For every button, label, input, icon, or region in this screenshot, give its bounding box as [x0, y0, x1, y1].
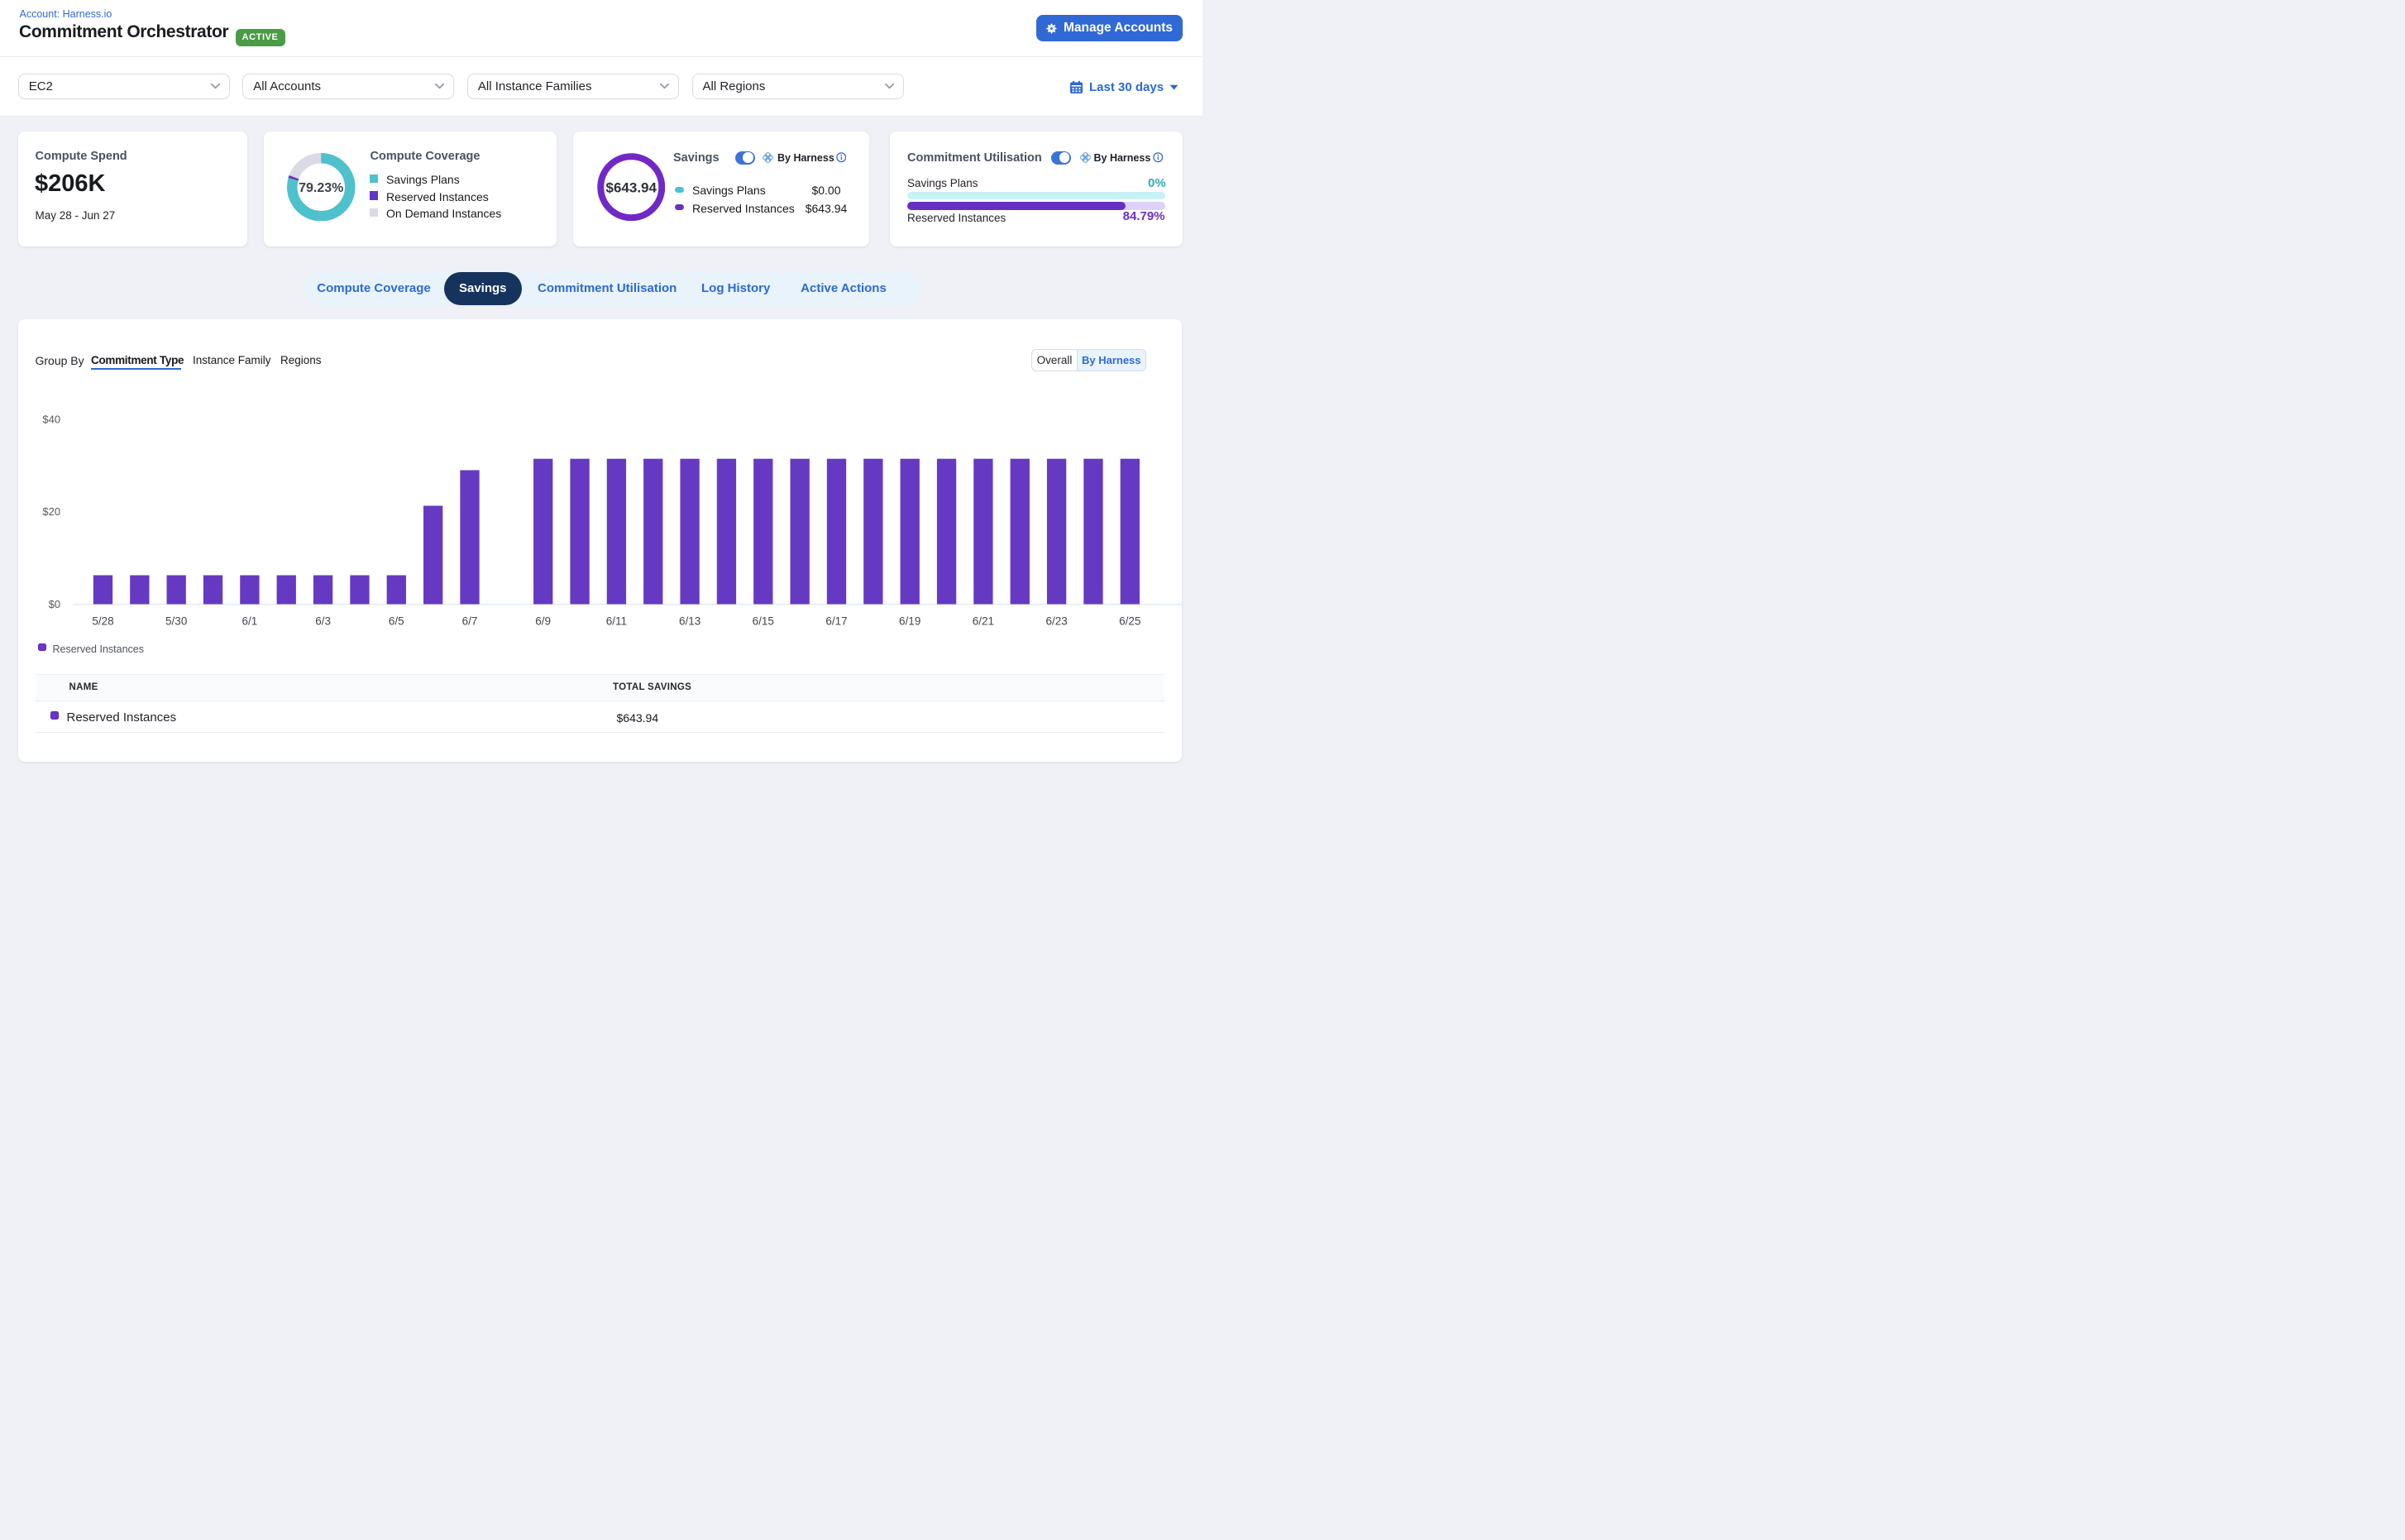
svg-text:6/1: 6/1 [241, 615, 257, 628]
svg-text:6/25: 6/25 [1119, 615, 1140, 628]
svg-text:79.23%: 79.23% [299, 181, 343, 195]
svg-text:6/19: 6/19 [899, 615, 920, 628]
svg-text:6/15: 6/15 [752, 615, 773, 628]
svg-text:6/5: 6/5 [388, 615, 404, 628]
svg-text:6/17: 6/17 [825, 615, 847, 628]
svg-text:6/21: 6/21 [972, 615, 993, 628]
svg-text:6/23: 6/23 [1045, 615, 1067, 628]
svg-text:5/30: 5/30 [165, 615, 187, 628]
svg-text:6/11: 6/11 [605, 615, 626, 628]
svg-text:$40: $40 [42, 414, 60, 426]
svg-text:6/7: 6/7 [461, 615, 477, 628]
svg-text:6/13: 6/13 [678, 615, 700, 628]
svg-text:$0: $0 [48, 598, 60, 610]
svg-text:$20: $20 [42, 505, 60, 518]
svg-text:6/3: 6/3 [315, 615, 331, 628]
svg-text:6/9: 6/9 [535, 615, 551, 628]
svg-text:$643.94: $643.94 [605, 179, 657, 195]
svg-text:5/28: 5/28 [92, 615, 113, 628]
